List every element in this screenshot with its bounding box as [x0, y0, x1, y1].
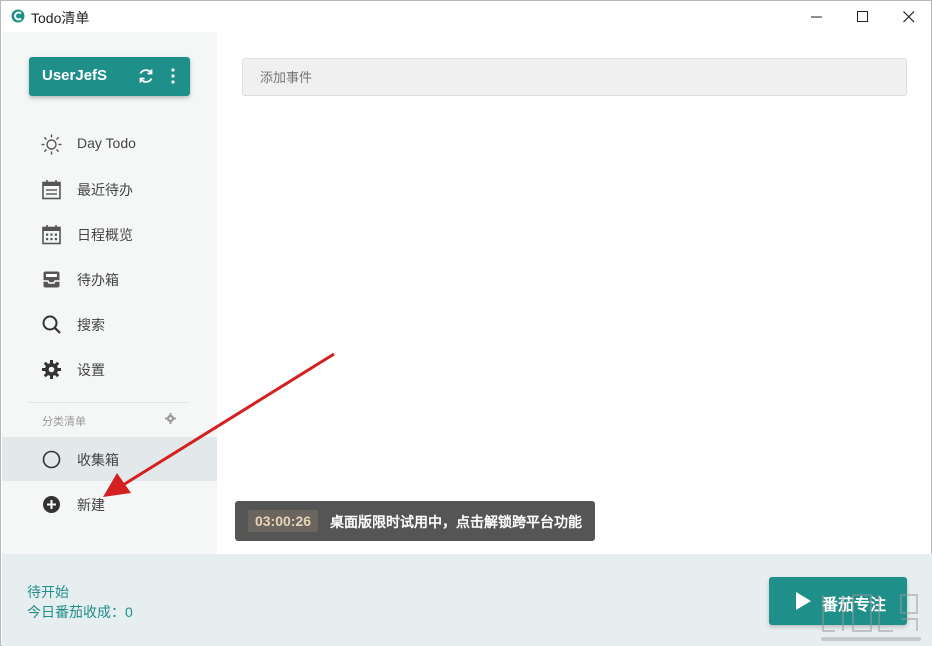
list-item-inbox[interactable]: 收集箱 — [2, 437, 217, 481]
inbox-icon — [43, 271, 60, 288]
nav-item-day-todo[interactable]: Day Todo — [2, 122, 217, 166]
user-name: UserJefS — [42, 67, 108, 84]
app-title: Todo清单 — [31, 10, 90, 26]
nav-label: 日程概览 — [77, 227, 133, 243]
watermark-logo — [821, 594, 921, 641]
list-item-new[interactable]: 新建 — [2, 482, 217, 526]
nav-item-inbox[interactable]: 待办箱 — [2, 257, 217, 301]
maximize-button[interactable] — [840, 1, 886, 32]
calendar-list-icon — [42, 180, 61, 200]
sidebar-divider — [28, 402, 190, 403]
nav-label: 设置 — [77, 362, 105, 378]
search-icon — [42, 315, 61, 334]
app-logo-icon — [11, 9, 25, 23]
maximize-icon — [857, 10, 868, 22]
title-bar: Todo清单 — [1, 1, 931, 32]
close-icon — [903, 10, 915, 22]
nav-label: 搜索 — [77, 317, 105, 333]
plus-circle-icon — [43, 496, 60, 513]
trial-countdown: 03:00:26 — [248, 510, 318, 532]
nav-label: 最近待办 — [77, 182, 133, 198]
circle-icon — [42, 450, 61, 469]
user-card[interactable]: UserJefS — [29, 57, 190, 96]
sun-icon — [41, 134, 62, 155]
sync-icon[interactable] — [137, 67, 155, 85]
nav-item-search[interactable]: 搜索 — [2, 302, 217, 346]
nav-item-recent[interactable]: 最近待办 — [2, 167, 217, 211]
nav-label: Day Todo — [77, 135, 136, 151]
calendar-grid-icon — [42, 225, 61, 245]
minimize-button[interactable] — [794, 1, 840, 32]
list-label: 收集箱 — [77, 452, 119, 468]
list-label: 新建 — [77, 497, 105, 513]
nav-item-settings[interactable]: 设置 — [2, 347, 217, 391]
footer-bar: 待开始 今日番茄收成：0 番茄专注 — [2, 554, 932, 646]
add-event-input[interactable] — [242, 58, 907, 96]
trial-toast[interactable]: 03:00:26 桌面版限时试用中，点击解锁跨平台功能 — [235, 501, 595, 541]
minimize-icon — [811, 16, 822, 17]
close-button[interactable] — [886, 1, 932, 32]
tomato-count: 今日番茄收成：0 — [27, 604, 133, 620]
app-window: Todo清单 UserJefS Day Todo 最近待办 日程概览 待办箱 搜… — [0, 0, 932, 646]
section-title-lists: 分类清单 — [42, 416, 86, 428]
trial-message: 桌面版限时试用中，点击解锁跨平台功能 — [330, 514, 582, 530]
nav-label: 待办箱 — [77, 272, 119, 288]
nav-item-schedule[interactable]: 日程概览 — [2, 212, 217, 256]
gear-icon — [42, 360, 61, 379]
pomodoro-status: 待开始 — [27, 584, 69, 600]
more-vertical-icon[interactable] — [166, 67, 180, 85]
play-icon — [796, 592, 811, 610]
list-settings-gear-icon[interactable] — [165, 413, 176, 424]
sidebar: UserJefS Day Todo 最近待办 日程概览 待办箱 搜索 设置 分类… — [2, 32, 217, 554]
